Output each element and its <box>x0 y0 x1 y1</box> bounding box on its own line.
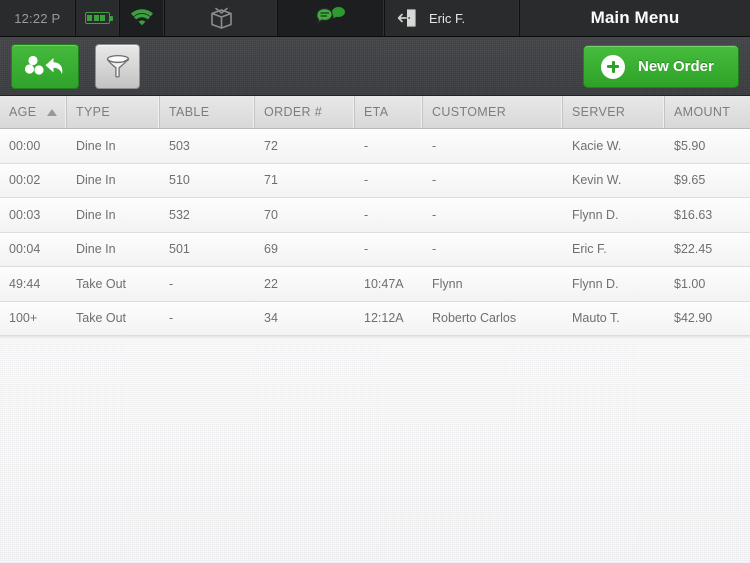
table-row[interactable]: 100+ Take Out - 34 12:12A Roberto Carlos Mauto… <box>0 301 750 336</box>
cell-order: 70 <box>264 207 278 222</box>
cell-table: 501 <box>169 242 190 257</box>
cell-table: 510 <box>169 173 190 188</box>
cell-eta: - <box>364 242 369 257</box>
wifi-indicator <box>119 0 166 36</box>
column-header-label: AGE <box>9 105 37 119</box>
cell-customer: Roberto Carlos <box>432 311 517 326</box>
cell-eta: - <box>364 207 369 222</box>
cell-order: 72 <box>264 138 278 153</box>
cell-table: - <box>169 276 174 291</box>
cell-eta: 10:47A <box>364 276 404 291</box>
cell-server: Mauto T. <box>572 311 620 326</box>
chat-bubbles-icon <box>316 7 345 25</box>
table-row[interactable]: 00:02 Dine In 510 71 - - Kevin W. $9.65 <box>0 163 750 198</box>
messages-button[interactable] <box>277 0 385 36</box>
cell-server: Kevin W. <box>572 173 622 188</box>
column-header-label: TYPE <box>76 105 111 119</box>
orders-table-body: 00:00 Dine In 503 72 - - Kacie W. $5.90 00:02 Din… <box>0 129 750 336</box>
cell-order: 69 <box>264 242 278 257</box>
column-header-label: CUSTOMER <box>432 105 507 119</box>
cell-amount: $5.90 <box>674 138 706 153</box>
column-header-label: SERVER <box>572 105 626 119</box>
cell-age: 00:00 <box>9 138 41 153</box>
battery-icon <box>84 12 113 24</box>
cell-eta: - <box>364 138 369 153</box>
cell-amount: $22.45 <box>674 242 713 257</box>
cell-server: Flynn D. <box>572 276 619 291</box>
user-name: Eric F. <box>428 10 466 26</box>
column-header-order[interactable]: ORDER # <box>255 96 355 128</box>
empty-content-area <box>0 338 750 563</box>
cell-order: 34 <box>264 311 278 326</box>
takeout-box-icon <box>210 7 232 29</box>
battery-indicator <box>75 0 120 36</box>
new-order-button[interactable]: New Order <box>583 45 739 88</box>
takeout-orders-button[interactable] <box>165 0 278 36</box>
cell-amount: $9.65 <box>674 173 706 188</box>
plus-circle-icon <box>601 54 625 79</box>
cell-type: Dine In <box>76 207 116 222</box>
cell-order: 71 <box>264 173 278 188</box>
toolbar: New Order <box>0 37 750 96</box>
new-order-label: New Order <box>638 58 714 75</box>
filter-button[interactable] <box>95 43 140 89</box>
cell-table: 532 <box>169 207 190 222</box>
orders-back-icon <box>24 55 63 75</box>
cell-table: - <box>169 311 174 326</box>
column-header-label: AMOUNT <box>674 105 731 119</box>
cell-type: Dine In <box>76 173 116 188</box>
cell-type: Take Out <box>76 311 127 326</box>
cell-server: Eric F. <box>572 242 607 257</box>
column-header-server[interactable]: SERVER <box>563 96 665 128</box>
cell-customer: - <box>432 207 437 222</box>
column-header-label: TABLE <box>169 105 210 119</box>
column-header-type[interactable]: TYPE <box>67 96 160 128</box>
cell-age: 00:02 <box>9 173 41 188</box>
cell-amount: $42.90 <box>674 311 713 326</box>
cell-amount: $1.00 <box>674 276 706 291</box>
page-title: Main Menu <box>519 0 750 36</box>
column-header-eta[interactable]: ETA <box>355 96 423 128</box>
sort-ascending-icon <box>47 108 58 116</box>
cell-customer: - <box>432 173 437 188</box>
cell-type: Dine In <box>76 138 116 153</box>
cell-age: 100+ <box>9 311 38 326</box>
column-header-label: ORDER # <box>264 105 323 119</box>
status-bar: 12:22 P Eric F. Main Menu <box>0 0 750 37</box>
cell-order: 22 <box>264 276 278 291</box>
status-time: 12:22 P <box>0 0 76 36</box>
column-header-customer[interactable]: CUSTOMER <box>423 96 563 128</box>
user-session-button[interactable]: Eric F. <box>384 0 520 36</box>
cell-server: Kacie W. <box>572 138 622 153</box>
cell-age: 00:04 <box>9 242 41 257</box>
cell-amount: $16.63 <box>674 207 713 222</box>
funnel-filter-icon <box>106 54 129 78</box>
cell-age: 49:44 <box>9 276 41 291</box>
cell-eta: 12:12A <box>364 311 404 326</box>
logout-door-icon <box>397 9 416 27</box>
cell-type: Take Out <box>76 276 127 291</box>
cell-type: Dine In <box>76 242 116 257</box>
column-header-age[interactable]: AGE <box>0 96 67 128</box>
table-row[interactable]: 00:04 Dine In 501 69 - - Eric F. $22.45 <box>0 232 750 267</box>
back-to-orders-button[interactable] <box>11 43 79 89</box>
cell-table: 503 <box>169 138 190 153</box>
cell-customer: Flynn <box>432 276 463 291</box>
cell-age: 00:03 <box>9 207 41 222</box>
column-header-amount[interactable]: AMOUNT <box>665 96 750 128</box>
wifi-icon <box>130 9 153 26</box>
cell-server: Flynn D. <box>572 207 619 222</box>
table-row[interactable]: 00:03 Dine In 532 70 - - Flynn D. $16.63 <box>0 198 750 233</box>
table-row[interactable]: 49:44 Take Out - 22 10:47A Flynn Flynn D. $1.00 <box>0 267 750 302</box>
column-header-label: ETA <box>364 105 389 119</box>
app-root: 12:22 P Eric F. Main Menu New Order AGE … <box>0 0 750 563</box>
orders-table-header: AGE TYPE TABLE ORDER # ETA CUSTOMER SERVER AMOU… <box>0 96 750 129</box>
column-header-table[interactable]: TABLE <box>160 96 255 128</box>
table-row[interactable]: 00:00 Dine In 503 72 - - Kacie W. $5.90 <box>0 129 750 164</box>
cell-customer: - <box>432 242 437 257</box>
cell-eta: - <box>364 173 369 188</box>
cell-customer: - <box>432 138 437 153</box>
